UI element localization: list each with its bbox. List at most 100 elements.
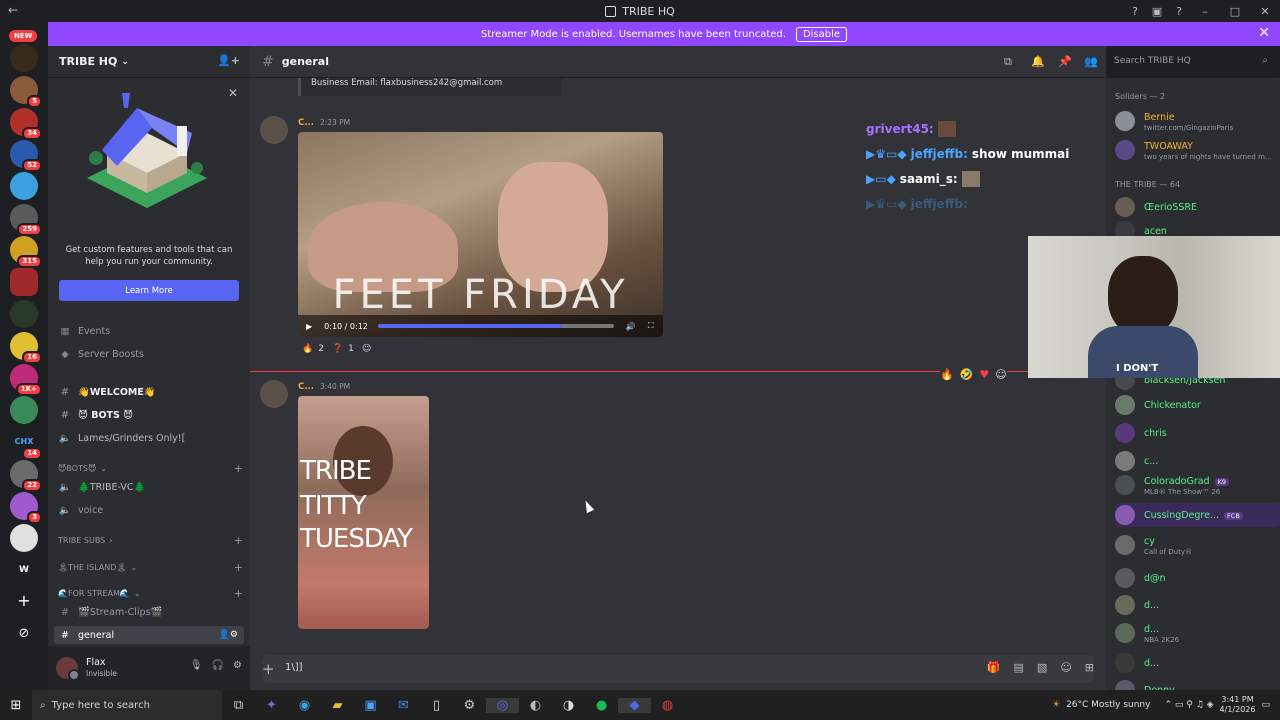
attach-plus-icon[interactable]: + bbox=[262, 660, 275, 678]
minimize-icon[interactable]: – bbox=[1190, 0, 1220, 22]
file-explorer-icon[interactable]: ▰ bbox=[321, 698, 354, 713]
reaction-fire-icon[interactable]: 🔥 bbox=[940, 368, 954, 381]
server-icon[interactable]: 3 bbox=[10, 492, 42, 524]
fullscreen-icon[interactable]: ⛶ bbox=[648, 321, 654, 331]
member-item[interactable]: cy Call of Duty® bbox=[1115, 533, 1280, 557]
add-server-icon[interactable]: + bbox=[10, 588, 38, 616]
video-attachment[interactable]: FEET FRIDAY ▶ 0:10 / 0:12 🔊 ⛶ bbox=[298, 132, 663, 337]
category-island[interactable]: 🏝THE ISLAND🏝 ⌄ + bbox=[58, 558, 243, 576]
channel-lames[interactable]: 🔈 Lames/Grinders Only![ bbox=[58, 429, 243, 447]
message-author[interactable]: C... 3:40 PM bbox=[298, 382, 350, 392]
weather-text[interactable]: 26°C Mostly sunny bbox=[1066, 700, 1150, 710]
help-icon[interactable]: ? bbox=[1124, 0, 1146, 22]
category-tribe-subs[interactable]: TRIBE SUBS › + bbox=[58, 531, 243, 549]
add-channel-icon[interactable]: + bbox=[234, 561, 243, 574]
pin-icon[interactable]: 📌 bbox=[1058, 55, 1072, 68]
store-icon[interactable]: ▣ bbox=[354, 698, 387, 713]
member-item[interactable]: c... bbox=[1115, 449, 1280, 473]
events-item[interactable]: ▦ Events bbox=[58, 322, 243, 340]
tray-icons[interactable]: ⌃ ▭ ⚲ ♫ ◈ bbox=[1164, 700, 1213, 710]
user-name[interactable]: Flax Invisible bbox=[86, 657, 117, 679]
taskbar-search[interactable]: ⌕ Type here to search bbox=[32, 690, 222, 720]
member-item[interactable]: CussingDegre... FCB bbox=[1115, 503, 1280, 527]
channel-general[interactable]: # general 👤⚙ bbox=[54, 626, 244, 644]
channel-welcome[interactable]: # 👋WELCOME👋 bbox=[58, 383, 243, 401]
settings-gear-icon[interactable]: ⚙ bbox=[233, 660, 242, 671]
play-icon[interactable]: ▶ bbox=[306, 322, 312, 331]
learn-more-button[interactable]: Learn More bbox=[59, 280, 239, 301]
maximize-icon[interactable]: □ bbox=[1220, 0, 1250, 22]
server-header[interactable]: TRIBE HQ ⌄ 👤+ bbox=[48, 46, 250, 78]
server-icon[interactable] bbox=[10, 172, 38, 200]
server-icon[interactable]: 34 bbox=[10, 108, 42, 140]
sticker-icon[interactable]: ▧ bbox=[1037, 661, 1047, 674]
notification-bell-icon[interactable]: 🔔 bbox=[1031, 55, 1045, 68]
apps-icon[interactable]: ⊞ bbox=[1085, 661, 1094, 674]
member-list-icon[interactable]: 👥 bbox=[1084, 55, 1098, 68]
video-progress-bar[interactable] bbox=[377, 324, 614, 328]
volume-icon[interactable]: 🔊 bbox=[626, 322, 636, 331]
headphones-icon[interactable]: 🎧 bbox=[212, 660, 224, 671]
category-for-stream[interactable]: 🌊FOR STREAM🌊 ⌄ + bbox=[58, 584, 243, 602]
copilot-icon[interactable]: ✦ bbox=[255, 698, 288, 713]
add-channel-icon[interactable]: + bbox=[234, 534, 243, 547]
gift-icon[interactable]: 🎁 bbox=[987, 661, 1001, 674]
member-item[interactable]: d@n bbox=[1115, 566, 1280, 590]
reaction-laugh-icon[interactable]: 🤣 bbox=[960, 368, 974, 381]
app-icon[interactable]: ◑ bbox=[552, 698, 585, 713]
add-reaction-icon[interactable]: ☺ bbox=[995, 368, 1006, 381]
add-channel-icon[interactable]: + bbox=[234, 462, 243, 475]
app-icon[interactable]: ◍ bbox=[651, 698, 684, 713]
server-icon[interactable]: CHX 14 bbox=[10, 428, 42, 460]
message-input[interactable] bbox=[262, 655, 1094, 683]
settings-icon[interactable]: ⚙ bbox=[453, 698, 486, 713]
member-item[interactable]: TWOAWAY two years of nights have turned m… bbox=[1115, 138, 1280, 162]
add-channel-icon[interactable]: + bbox=[234, 587, 243, 600]
spotify-icon[interactable]: ● bbox=[585, 698, 618, 713]
member-item[interactable]: ColoradoGrad K9 MLB® The Show™ 26 bbox=[1115, 473, 1280, 497]
gif-icon[interactable]: ▤ bbox=[1014, 661, 1024, 674]
avatar[interactable] bbox=[56, 657, 80, 681]
server-boosts-item[interactable]: ◆ Server Boosts bbox=[58, 345, 243, 363]
channel-tribe-vc[interactable]: 🔈 🌲TRIBE-VC🌲 bbox=[58, 478, 243, 496]
reaction-fire[interactable]: 🔥 2 bbox=[302, 344, 324, 354]
server-icon[interactable]: 5 bbox=[10, 76, 42, 108]
inbox-icon[interactable]: ▣ bbox=[1146, 0, 1168, 22]
member-item[interactable]: d... bbox=[1115, 593, 1280, 617]
task-view-icon[interactable]: ⧉ bbox=[222, 698, 255, 713]
member-item[interactable]: d... NBA 2K26 bbox=[1115, 621, 1280, 645]
channel-voice[interactable]: 🔈 voice bbox=[58, 501, 243, 519]
discord-icon[interactable]: ◎ bbox=[486, 697, 519, 713]
server-icon[interactable]: 16 bbox=[10, 332, 42, 364]
image-attachment[interactable]: TRIBE TITTY TUESDAY bbox=[298, 396, 429, 629]
server-icon[interactable] bbox=[10, 300, 38, 328]
reaction-heart-icon[interactable]: ♥ bbox=[979, 368, 989, 381]
notepad-icon[interactable]: ▯ bbox=[420, 698, 453, 713]
back-arrow-icon[interactable]: ← bbox=[8, 3, 18, 17]
discover-icon[interactable]: ⊘ bbox=[10, 620, 38, 648]
promo-close-icon[interactable]: ✕ bbox=[228, 86, 238, 100]
windows-start-icon[interactable]: ⊞ bbox=[0, 698, 32, 713]
avatar[interactable] bbox=[260, 116, 288, 144]
server-icon[interactable]: W bbox=[10, 556, 38, 584]
invite-people-icon[interactable]: 👤+ bbox=[217, 54, 240, 67]
outlook-icon[interactable]: ✉ bbox=[387, 698, 420, 713]
member-item[interactable]: Donny bbox=[1115, 678, 1280, 690]
member-item[interactable]: Chickenator bbox=[1115, 393, 1280, 417]
reaction-question[interactable]: ❓ 1 bbox=[332, 344, 354, 354]
server-icon[interactable] bbox=[10, 268, 38, 296]
server-icon[interactable] bbox=[10, 524, 38, 552]
member-item[interactable]: Bernie twitter.com/GingazinParis bbox=[1115, 109, 1280, 133]
server-icon[interactable]: 1K+ bbox=[10, 364, 42, 396]
close-window-icon[interactable]: ✕ bbox=[1250, 0, 1280, 22]
server-icon[interactable]: 315 bbox=[10, 236, 42, 268]
notification-icon[interactable]: ▭ bbox=[1261, 700, 1270, 710]
category-bots[interactable]: 😈BOTS😈 ⌄ + bbox=[58, 459, 243, 477]
channel-settings-icon[interactable]: 👤⚙ bbox=[219, 630, 238, 640]
search-input[interactable]: Search TRIBE HQ ⌕ bbox=[1108, 51, 1274, 73]
server-icon[interactable] bbox=[10, 44, 38, 72]
server-icon[interactable]: 22 bbox=[10, 460, 42, 492]
member-item[interactable]: d... bbox=[1115, 651, 1280, 675]
channel-stream-clips[interactable]: # 🎬Stream-Clips🎬 bbox=[58, 603, 243, 621]
app-icon[interactable]: ◐ bbox=[519, 698, 552, 713]
